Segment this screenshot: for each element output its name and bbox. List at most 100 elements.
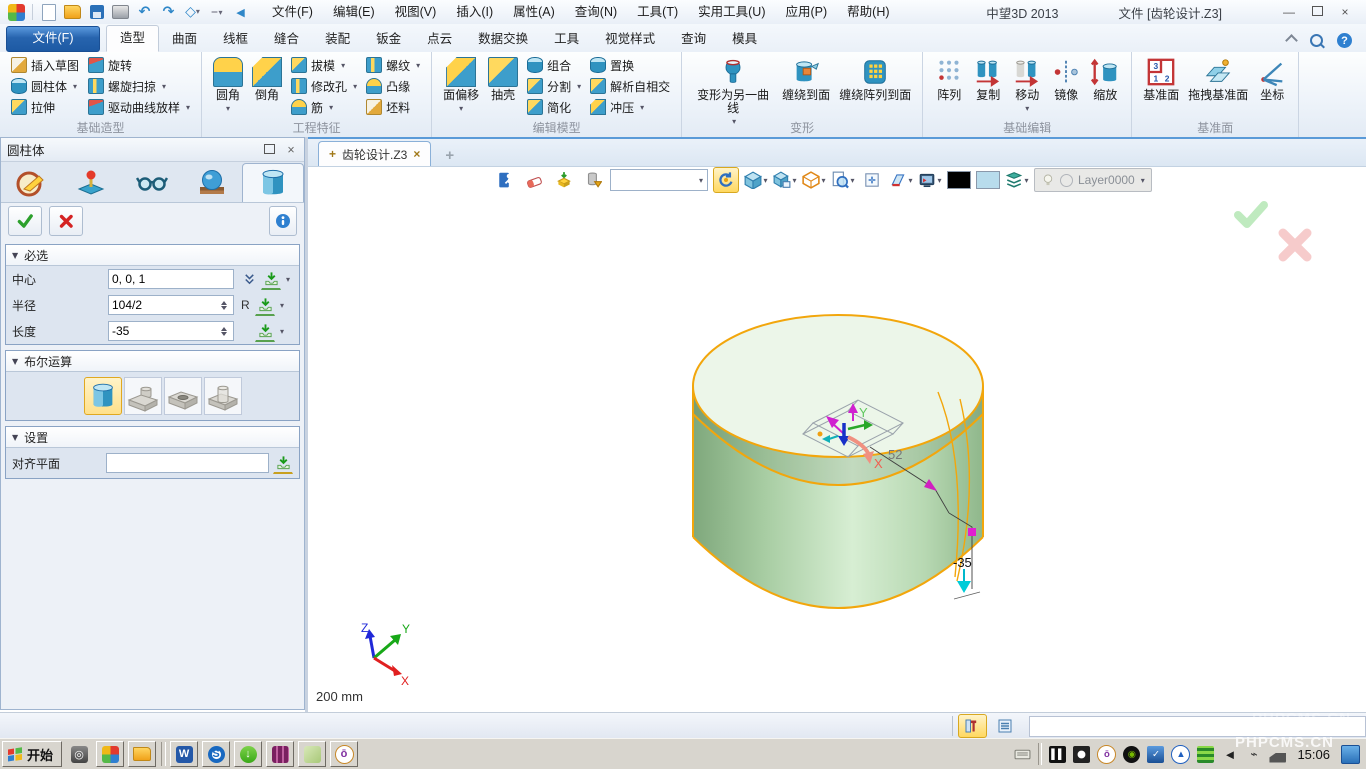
toggle-panel-button[interactable] (958, 714, 987, 738)
scale-button[interactable]: 缩放 (1087, 55, 1123, 102)
show-desktop-icon[interactable] (1341, 745, 1360, 764)
tab-sketch-gauge[interactable] (1, 164, 61, 202)
length-pick-caret[interactable]: ▾ (280, 327, 284, 336)
tab-dataexchange[interactable]: 数据交换 (465, 27, 541, 52)
shell-button[interactable]: 抽壳 (485, 55, 521, 102)
chamfer-button[interactable]: 倒角 (249, 55, 285, 102)
menu-file[interactable]: 文件(F) (263, 1, 322, 24)
document-tab-active[interactable]: + 齿轮设计.Z3 × (318, 141, 431, 166)
tab-render-sphere[interactable] (182, 164, 242, 202)
ok-button[interactable] (8, 206, 42, 236)
thread-button[interactable]: 螺纹 (363, 55, 423, 75)
panel-restore-button[interactable] (262, 143, 276, 157)
mirror-button[interactable]: 镜像 (1048, 55, 1084, 102)
menu-attributes[interactable]: 属性(A) (504, 1, 564, 24)
tab-surface[interactable]: 曲面 (159, 27, 210, 52)
qat-collapse-button[interactable]: ◀ (232, 4, 249, 21)
rib-button[interactable]: 筋 (288, 97, 360, 117)
menu-applications[interactable]: 应用(P) (776, 1, 836, 24)
cylinder-button[interactable]: 圆柱体 (8, 76, 82, 96)
close-button[interactable]: × (1338, 5, 1352, 19)
insert-sketch-button[interactable]: 插入草图 (8, 55, 82, 75)
replace-button[interactable]: 置换 (587, 55, 673, 75)
boolean-intersect-button[interactable] (204, 377, 242, 415)
tab-visualstyle[interactable]: 视觉样式 (592, 27, 668, 52)
layer-combo[interactable]: Layer0000 ▾ (1034, 168, 1152, 192)
morph-to-curve-button[interactable]: 变形为另一曲线 (690, 55, 776, 128)
resolve-self-intersection-button[interactable]: 解析自相交 (587, 76, 673, 96)
stock-button[interactable]: 坯料 (363, 97, 423, 117)
modify-hole-button[interactable]: 修改孔 (288, 76, 360, 96)
radius-pick-caret[interactable]: ▾ (280, 301, 284, 310)
copy-button[interactable]: 复制 (970, 55, 1006, 102)
signal-bars-icon[interactable] (1269, 746, 1286, 763)
cancel-button[interactable] (49, 206, 83, 236)
zoom-fit-button[interactable] (860, 168, 884, 192)
tab-assembly[interactable]: 装配 (312, 27, 363, 52)
shaded-display-button[interactable]: ▾ (744, 168, 768, 192)
selection-filter-combo[interactable]: ▾ (610, 169, 708, 191)
simplify-button[interactable]: 简化 (524, 97, 584, 117)
section-required-header[interactable]: 必选 (6, 245, 299, 266)
model-canvas[interactable]: X Y 52 -35 Z Y (308, 137, 1366, 712)
status-message-field[interactable] (1029, 716, 1366, 737)
minimize-button[interactable]: — (1282, 5, 1296, 19)
new-tab-button[interactable]: + (445, 147, 454, 166)
screen-view-button[interactable]: ▾ (918, 168, 942, 192)
boolean-add-button[interactable] (124, 377, 162, 415)
drag-datum-plane-button[interactable]: 拖拽基准面 (1185, 55, 1251, 102)
show-hide-button[interactable] (552, 168, 576, 192)
panel-close-button[interactable]: × (284, 143, 298, 157)
center-pick-caret[interactable]: ▾ (286, 275, 290, 284)
tab-primitive-joystick[interactable] (61, 164, 121, 202)
cylinder-model[interactable] (693, 315, 983, 608)
ghost-ok-icon[interactable] (1238, 205, 1264, 224)
grid-app-icon[interactable] (1197, 746, 1214, 763)
tab-mold[interactable]: 模具 (719, 27, 770, 52)
tab-tools[interactable]: 工具 (541, 27, 592, 52)
qat-more-button[interactable]: ＝▾ (208, 4, 225, 21)
ribbon-collapse-icon[interactable] (1285, 34, 1298, 47)
section-boolean-header[interactable]: 布尔运算 (6, 351, 299, 372)
power-plug-icon[interactable]: ⌁ (1245, 746, 1262, 763)
wrap-to-face-button[interactable]: 缠绕到面 (779, 55, 833, 102)
menu-inquire[interactable]: 查询(N) (566, 1, 626, 24)
v-sync-icon[interactable]: ✓ (1147, 746, 1164, 763)
o-tray-icon[interactable]: ō (1097, 745, 1116, 764)
length-pick-button[interactable] (255, 321, 275, 342)
quicklaunch-word-button[interactable]: W (170, 741, 198, 767)
start-button[interactable]: 开始 (2, 741, 62, 767)
expand-double-chevron-icon[interactable] (242, 272, 257, 287)
length-input[interactable] (108, 321, 234, 341)
tab-wireframe[interactable]: 线框 (210, 27, 261, 52)
menu-help[interactable]: 帮助(H) (838, 1, 898, 24)
quicklaunch-o-app-button[interactable]: ō (330, 741, 358, 767)
radius-spinner[interactable] (221, 301, 227, 310)
tab-pointcloud[interactable]: 点云 (414, 27, 465, 52)
menu-insert[interactable]: 插入(I) (447, 1, 502, 24)
erase-button[interactable] (523, 168, 547, 192)
lip-button[interactable]: 凸缘 (363, 76, 423, 96)
undo-button[interactable]: ↶ (136, 4, 153, 21)
center-pick-button[interactable] (261, 269, 281, 290)
tab-close-icon[interactable]: × (413, 147, 420, 161)
boolean-remove-button[interactable] (164, 377, 202, 415)
quicklaunch-folder-button[interactable] (128, 741, 156, 767)
quicklaunch-download-button[interactable]: ↓ (234, 741, 262, 767)
open-file-button[interactable] (64, 4, 81, 21)
exit-button[interactable] (494, 168, 518, 192)
redo-button[interactable]: ↷ (160, 4, 177, 21)
menu-tools[interactable]: 工具(T) (628, 1, 687, 24)
layer-manager-button[interactable]: ▾ (1005, 168, 1029, 192)
tab-sew[interactable]: 缝合 (261, 27, 312, 52)
revolve-button[interactable]: 旋转 (85, 55, 193, 75)
ghost-cancel-icon[interactable] (1283, 233, 1307, 257)
nvidia-icon[interactable]: ◉ (1123, 746, 1140, 763)
driven-curve-loft-button[interactable]: 驱动曲线放样 (85, 97, 193, 117)
menu-edit[interactable]: 编辑(E) (324, 1, 384, 24)
display-mode-button[interactable]: ▾ (773, 168, 797, 192)
file-tab-button[interactable]: 文件(F) (6, 26, 100, 52)
datum-plane-button[interactable]: 基准面 (1140, 55, 1182, 102)
dolby-icon[interactable]: ▌▌ (1049, 746, 1066, 763)
wireframe-button[interactable]: ▾ (802, 168, 826, 192)
